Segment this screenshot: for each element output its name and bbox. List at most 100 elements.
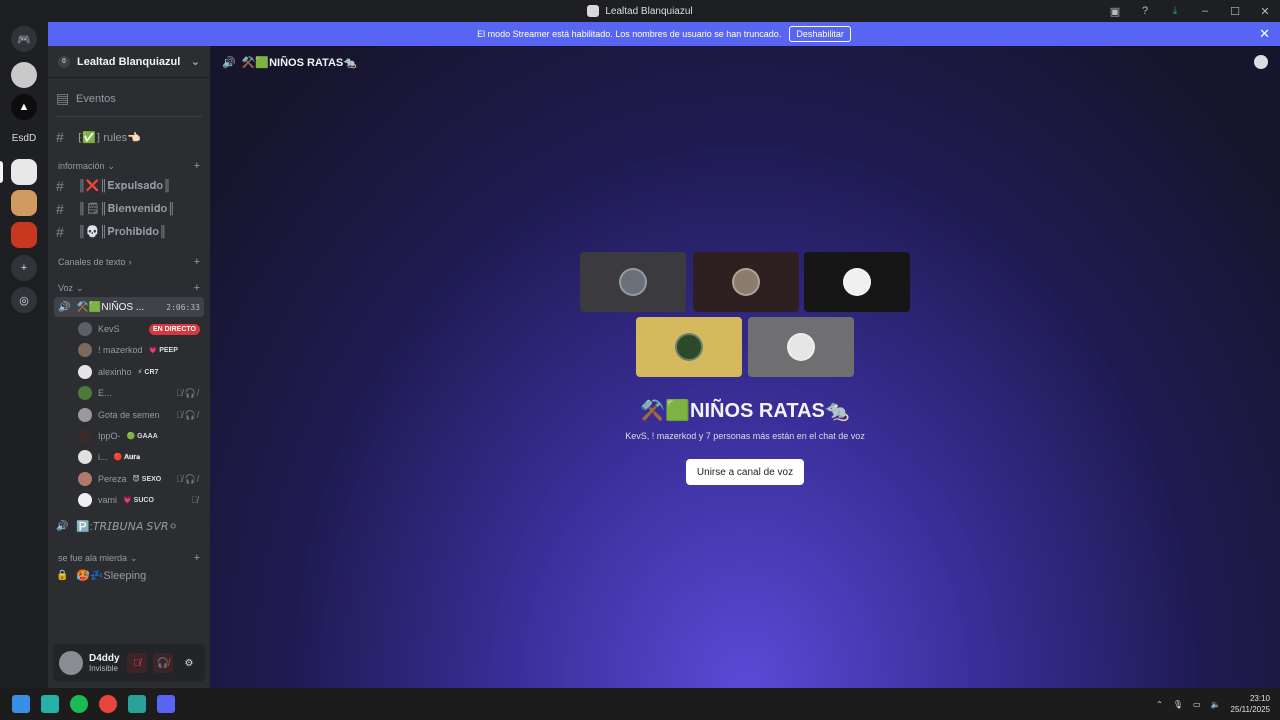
discord-home-icon[interactable]: 🎮	[11, 26, 37, 52]
participant-tile[interactable]	[580, 252, 686, 312]
avatar	[843, 268, 871, 296]
close-icon[interactable]: ✕	[1250, 0, 1280, 22]
participant-tile[interactable]	[693, 252, 799, 312]
channel-prohibido[interactable]: # ║💀║𝐏𝐫𝐨𝐡𝐢𝐛𝐢𝐝𝐨║	[56, 224, 204, 240]
category-voz[interactable]: Voz ⌄ +	[58, 282, 200, 294]
voice-member[interactable]: Pereza 😈 SEXO 🎙̸🎧̸	[78, 470, 200, 488]
add-channel-icon[interactable]: +	[194, 282, 200, 294]
participant-tile[interactable]	[636, 317, 742, 377]
add-channel-icon[interactable]: +	[194, 160, 200, 172]
channel-expulsado[interactable]: # ║❌║𝐄𝐱𝐩𝐮𝐥𝐬𝐚𝐝𝐨║	[56, 178, 204, 194]
server-avatar[interactable]: ▲	[11, 94, 37, 120]
server-avatar[interactable]	[11, 190, 37, 216]
window-titlebar: Lealtad Blanquiazul ▣ ? ⤓ – ☐ ✕	[0, 0, 1280, 22]
system-tray: ⌃ 🎙 ▭ 🔈 23:10 25/11/2025	[1156, 688, 1270, 720]
close-icon[interactable]: ✕	[1259, 26, 1270, 42]
explore-icon[interactable]: ◎	[11, 287, 37, 313]
avatar	[78, 408, 92, 422]
chevron-down-icon: ⌄	[130, 552, 138, 563]
volume-icon[interactable]: 🔈	[1211, 700, 1221, 709]
member-name: i...	[98, 452, 108, 462]
member-tag: 💗 PEEP	[148, 347, 178, 354]
inbox-icon[interactable]: ▣	[1100, 0, 1130, 22]
member-tag: 💗 SUCO	[123, 497, 154, 504]
window-title: Lealtad Blanquiazul	[605, 5, 693, 17]
voice-channel-view: 🔊 ⚒️🟩NIÑOS RATAS🐀 ⚒️🟩NIÑOS RATAS🐀 KevS, …	[210, 46, 1280, 688]
voice-channel-tribuna[interactable]: 🔊 🅿️:𝘛𝘙𝘐𝘉𝘜𝘕𝘈 𝘚𝘝𝘙⚪	[56, 520, 204, 533]
channel-label: ║💀║𝐏𝐫𝐨𝐡𝐢𝐛𝐢𝐝𝐨║	[78, 226, 167, 238]
participant-tile[interactable]	[748, 317, 854, 377]
voice-member[interactable]: Gota de semen 🎙̸🎧̸	[78, 406, 200, 424]
category-se-fue[interactable]: se fue ala mierda ⌄ +	[58, 552, 200, 564]
chevron-up-icon[interactable]: ⌃	[1156, 700, 1163, 709]
voice-member[interactable]: alexinho ⚡ CR7	[78, 363, 200, 381]
category-informacion[interactable]: información ⌄ +	[58, 160, 200, 172]
maximize-icon[interactable]: ☐	[1220, 0, 1250, 22]
live-badge: EN DIRECTO	[148, 323, 200, 335]
category-canales-texto[interactable]: Canales de texto › +	[58, 256, 200, 268]
network-icon[interactable]: ▭	[1193, 700, 1201, 709]
help-icon[interactable]: ?	[1130, 0, 1160, 22]
voice-channel-label: ⚒️🟩NIÑOS ...	[76, 301, 145, 313]
channel-header: 🔊 ⚒️🟩NIÑOS RATAS🐀	[210, 46, 1280, 78]
download-icon[interactable]: ⤓	[1160, 0, 1190, 22]
member-name: IppO-	[98, 431, 121, 441]
avatar	[78, 429, 92, 443]
server-avatar[interactable]	[11, 222, 37, 248]
voice-member[interactable]: ! mazerkod 💗 PEEP	[78, 341, 200, 359]
avatar	[619, 268, 647, 296]
app-icon[interactable]	[41, 695, 59, 713]
voice-member[interactable]: KevS EN DIRECTO	[78, 320, 200, 338]
windows-taskbar: ⌃ 🎙 ▭ 🔈 23:10 25/11/2025	[0, 688, 1280, 720]
participant-tile[interactable]	[804, 252, 910, 312]
spotify-icon[interactable]	[70, 695, 88, 713]
chevron-down-icon: ⌄	[107, 160, 116, 171]
server-avatar[interactable]	[11, 62, 37, 88]
add-channel-icon[interactable]: +	[194, 256, 200, 268]
user-status: Invisible	[89, 664, 118, 673]
discord-icon[interactable]	[157, 695, 175, 713]
add-server-icon[interactable]: +	[11, 255, 37, 281]
windows-start-icon[interactable]	[12, 695, 30, 713]
avatar	[78, 343, 92, 357]
app-icon[interactable]	[128, 695, 146, 713]
category-label: Voz	[58, 283, 74, 293]
server-name: Lealtad Blanquiazul	[77, 55, 181, 68]
voice-member[interactable]: IppO- 🟢 GAAA	[78, 427, 200, 445]
mic-muted-icon[interactable]: 🎙̸	[127, 653, 147, 673]
voice-channel-ninos-ratas[interactable]: 🔊 ⚒️🟩NIÑOS ... 2:06:33	[54, 297, 204, 317]
minimize-icon[interactable]: –	[1190, 0, 1220, 22]
server-folder-label[interactable]: EsdD	[0, 133, 48, 144]
chrome-icon[interactable]	[99, 695, 117, 713]
disable-streamer-button[interactable]: Deshabilitar	[789, 26, 851, 42]
channel-bienvenido[interactable]: # ║🗒║𝐁𝐢𝐞𝐧𝐯𝐞𝐧𝐢𝐝𝐨║	[56, 201, 204, 217]
member-name: Gota de semen	[98, 410, 160, 420]
server-rail: 🎮 ▲ EsdD + ◎	[0, 22, 48, 688]
voice-channel-label: 🥵💤Sleeping	[76, 570, 147, 582]
clock[interactable]: 23:10 25/11/2025	[1231, 693, 1270, 715]
category-label: Canales de texto	[58, 257, 126, 267]
headphones-deafened-icon[interactable]: 🎧̸	[153, 653, 173, 673]
chat-icon[interactable]	[1254, 55, 1268, 69]
microphone-icon[interactable]: 🎙	[1173, 700, 1183, 709]
server-avatar-selected[interactable]	[11, 159, 37, 185]
muted-deafened-icon: 🎙̸🎧̸	[176, 473, 200, 484]
voice-member[interactable]: i... 🔴 𝐀𝐮𝐫𝐚	[78, 448, 200, 466]
events-item[interactable]: ▤ Eventos	[56, 90, 204, 107]
server-header[interactable]: 0 Lealtad Blanquiazul ⌄	[48, 46, 210, 78]
voice-channel-label: 🅿️:𝘛𝘙𝘐𝘉𝘜𝘕𝘈 𝘚𝘝𝘙⚪	[76, 521, 178, 533]
voice-member[interactable]: E... 🎙̸🎧̸	[78, 384, 200, 402]
channel-rules[interactable]: # ⁅✅⁆ rules👈🏻	[56, 129, 204, 145]
voice-channel-sleeping[interactable]: 🔒 🥵💤Sleeping	[56, 569, 204, 582]
member-name: Pereza	[98, 474, 127, 484]
hash-icon: #	[56, 224, 64, 240]
gear-icon[interactable]: ⚙	[179, 653, 199, 673]
avatar	[732, 268, 760, 296]
voice-channel-subtitle: KevS, ! mazerkod y 7 personas más están …	[625, 431, 865, 441]
avatar[interactable]	[59, 651, 83, 675]
join-voice-button[interactable]: Unirse a canal de voz	[686, 459, 804, 485]
chevron-down-icon[interactable]: ⌄	[191, 55, 200, 68]
add-channel-icon[interactable]: +	[194, 552, 200, 564]
banner-message: El modo Streamer está habilitado. Los no…	[477, 29, 782, 39]
voice-member[interactable]: vami 💗 SUCO 🎙̸	[78, 491, 200, 509]
